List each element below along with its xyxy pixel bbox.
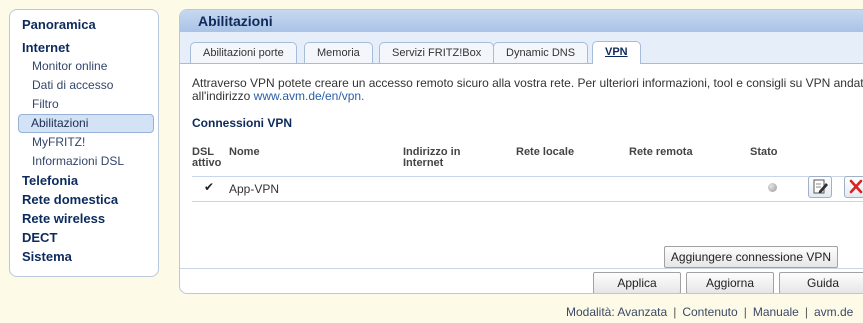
contents-link[interactable]: Contenuto [682, 305, 737, 319]
manual-link[interactable]: Manuale [753, 305, 799, 319]
page-title: Abilitazioni [180, 10, 863, 32]
sidebar-nav: Panoramica Internet Monitor online Dati … [9, 9, 159, 277]
col-name: Nome [229, 146, 260, 158]
table-row: ✔ App-VPN [192, 176, 863, 201]
col-dsl-active: DSL attivo [192, 146, 222, 169]
sidebar-item-filtro[interactable]: Filtro [10, 95, 158, 114]
avm-vpn-link[interactable]: www.avm.de/en/vpn. [254, 89, 365, 103]
sidebar-item-telefonia[interactable]: Telefonia [10, 171, 158, 190]
delete-button[interactable] [844, 176, 863, 198]
intro-paragraph: Attraverso VPN potete creare un accesso … [192, 77, 863, 103]
sidebar-item-myfritz[interactable]: MyFRITZ! [10, 133, 158, 152]
mode-link[interactable]: Modalità: Avanzata [566, 305, 667, 319]
section-title-vpn: Connessioni VPN [192, 116, 293, 130]
tab-vpn[interactable]: VPN [592, 41, 641, 64]
sidebar-item-monitor-online[interactable]: Monitor online [10, 57, 158, 76]
col-status: Stato [750, 146, 778, 158]
main-panel: Abilitazioni Abilitazioni porte Memoria … [179, 9, 863, 294]
help-button[interactable]: Guida [779, 272, 863, 293]
tab-servizi-fritzbox[interactable]: Servizi FRITZ!Box [379, 42, 495, 63]
sidebar-item-internet[interactable]: Internet [10, 38, 158, 57]
col-local-network: Rete locale [516, 146, 575, 158]
sidebar-item-sistema[interactable]: Sistema [10, 247, 158, 266]
tab-bar: Abilitazioni porte Memoria Servizi FRITZ… [180, 32, 863, 64]
footer-links: Modalità: Avanzata | Contenuto | Manuale | avm… [566, 305, 863, 319]
footer-divider [180, 268, 863, 269]
sidebar-item-abilitazioni[interactable]: Abilitazioni [18, 114, 154, 133]
add-vpn-connection-button[interactable]: Aggiungere connessione VPN [663, 246, 838, 268]
edit-icon [813, 179, 828, 194]
row-name: App-VPN [229, 182, 280, 196]
content-area: Attraverso VPN potete creare un accesso … [180, 77, 863, 202]
sidebar-item-dati-di-accesso[interactable]: Dati di accesso [10, 76, 158, 95]
sidebar-item-informazioni-dsl[interactable]: Informazioni DSL [10, 152, 158, 171]
col-internet-address: Indirizzo in Internet [403, 146, 461, 169]
sidebar-item-rete-domestica[interactable]: Rete domestica [10, 190, 158, 209]
sidebar-item-rete-wireless[interactable]: Rete wireless [10, 209, 158, 228]
dsl-active-checkbox[interactable]: ✔ [204, 181, 215, 193]
tab-dynamic-dns[interactable]: Dynamic DNS [493, 42, 589, 63]
vpn-table-header: DSL attivo Nome Indirizzo in Internet Re… [192, 147, 863, 177]
edit-button[interactable] [808, 176, 832, 198]
apply-button[interactable]: Applica [593, 272, 681, 293]
status-dot-icon [768, 183, 777, 192]
footer-separator: | [673, 305, 677, 319]
fritzbox-page: Panoramica Internet Monitor online Dati … [0, 0, 863, 323]
refresh-button[interactable]: Aggiorna [686, 272, 774, 293]
col-remote-network: Rete remota [629, 146, 693, 158]
delete-icon [849, 179, 863, 194]
footer-separator: | [804, 305, 808, 319]
tab-memoria[interactable]: Memoria [304, 42, 373, 63]
table-divider [192, 201, 863, 202]
sidebar-item-panoramica[interactable]: Panoramica [10, 15, 158, 34]
footer-separator: | [743, 305, 747, 319]
tab-abilitazioni-porte[interactable]: Abilitazioni porte [190, 42, 297, 63]
sidebar-item-dect[interactable]: DECT [10, 228, 158, 247]
avm-site-link[interactable]: avm.de [814, 305, 853, 319]
